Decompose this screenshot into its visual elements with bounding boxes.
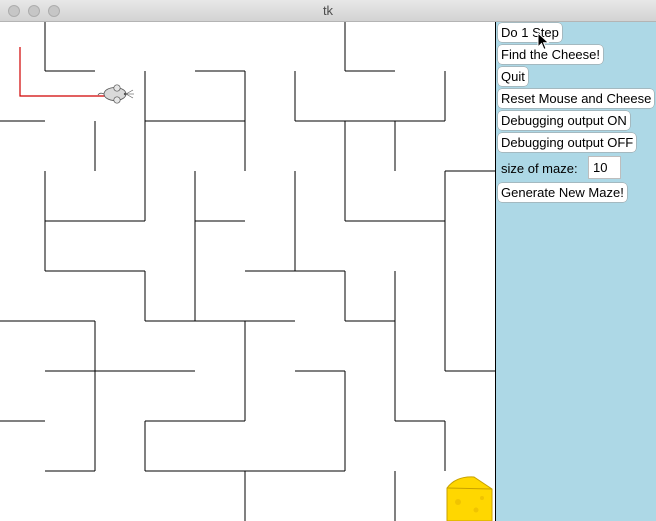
debug-on-button[interactable]: Debugging output ON [498,111,630,130]
maze-walls [0,22,495,521]
maze-size-label: size of maze: [501,161,578,176]
app-window: tk Do 1 Step Find the Cheese! Quit Reset… [0,0,656,521]
quit-button[interactable]: Quit [498,67,528,86]
do-one-step-button[interactable]: Do 1 Step [498,23,562,42]
debug-off-button[interactable]: Debugging output OFF [498,133,637,152]
mouse-icon [97,84,134,104]
title-bar: tk [0,0,656,22]
control-panel: Do 1 Step Find the Cheese! Quit Reset Mo… [496,22,656,521]
cheese-icon [446,476,493,521]
mouse-pointer-icon [537,32,550,51]
generate-maze-button[interactable]: Generate New Maze! [498,183,627,202]
maze-canvas [0,22,495,521]
reset-mouse-cheese-button[interactable]: Reset Mouse and Cheese [498,89,655,108]
maze-svg [0,22,495,521]
window-title: tk [322,3,334,18]
maze-size-input[interactable]: 10 [588,156,621,179]
